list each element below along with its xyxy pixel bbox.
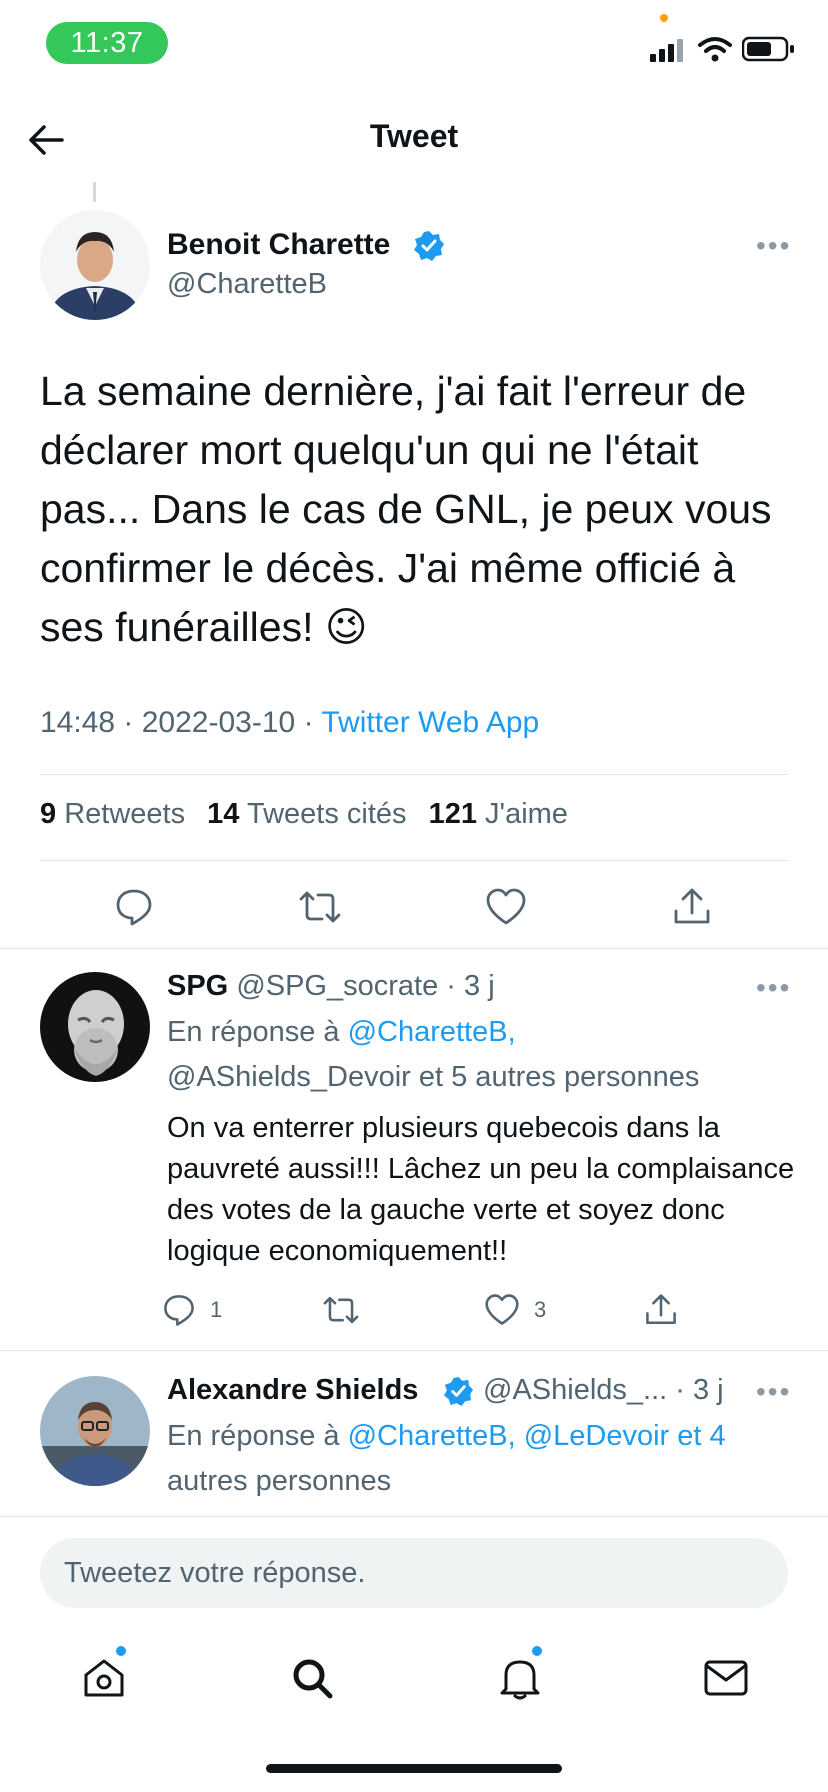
divider <box>0 948 828 949</box>
likes-stat[interactable]: 121 J'aime <box>429 798 568 830</box>
like-button[interactable]: 3 <box>484 1290 546 1330</box>
reply-button[interactable] <box>104 882 164 932</box>
reply-age: 3 j <box>693 1374 724 1406</box>
like-icon <box>485 1294 519 1325</box>
more-icon[interactable]: ••• <box>756 230 791 262</box>
nav-search[interactable] <box>282 1648 342 1708</box>
reply-context: En réponse à @CharetteB, <box>167 1016 516 1049</box>
retweets-stat[interactable]: 9 Retweets <box>40 798 185 830</box>
verified-badge-icon <box>414 231 444 261</box>
like-button[interactable] <box>476 882 536 932</box>
reply-button[interactable]: 1 <box>162 1290 222 1330</box>
privacy-indicator <box>660 14 668 22</box>
tweet-source-link[interactable]: Twitter Web App <box>321 706 539 739</box>
reply-header: SPG @SPG_socrate · 3 j <box>167 970 495 1003</box>
reply-author-handle[interactable]: @SPG_socrate <box>236 970 438 1002</box>
tweet-date: 2022-03-10 <box>141 706 296 739</box>
reply-icon <box>116 889 152 926</box>
home-notification-dot <box>116 1646 126 1656</box>
retweet-icon <box>323 1296 359 1324</box>
mention-link[interactable]: autres personnes <box>167 1465 391 1498</box>
more-icon[interactable]: ••• <box>756 1376 791 1408</box>
retweets-label: Retweets <box>64 798 186 830</box>
divider <box>0 1350 828 1351</box>
wifi-icon <box>698 37 732 62</box>
nav-notifications[interactable] <box>490 1648 550 1708</box>
avatar[interactable] <box>40 972 150 1082</box>
reply-author-name[interactable]: Alexandre Shields <box>167 1374 418 1406</box>
author-name[interactable]: Benoit Charette <box>167 228 390 262</box>
reply-age: 3 j <box>464 970 495 1002</box>
nav-messages[interactable] <box>696 1648 756 1708</box>
like-count: 3 <box>534 1297 547 1322</box>
author-handle[interactable]: @CharetteB <box>167 268 327 301</box>
author-name-text: Benoit Charette <box>167 228 391 261</box>
retweets-count: 9 <box>40 798 57 830</box>
status-time: 11:37 <box>46 22 168 64</box>
reply-prefix: En réponse à <box>167 1420 340 1452</box>
like-icon <box>486 888 526 925</box>
mention-link[interactable]: @CharetteB, @LeDevoir et 4 <box>348 1420 726 1452</box>
quotes-count: 14 <box>207 798 240 830</box>
battery-icon <box>742 36 794 62</box>
retweet-button[interactable] <box>322 1290 360 1330</box>
signal-icon <box>650 39 683 62</box>
likes-count: 121 <box>428 798 477 830</box>
reply-prefix: En réponse à <box>167 1016 340 1048</box>
messages-icon <box>704 1660 748 1696</box>
home-icon <box>84 1659 124 1697</box>
meta-separator: · <box>303 706 322 739</box>
retweet-icon <box>299 891 341 923</box>
retweet-button[interactable] <box>290 882 350 932</box>
reply-icon <box>164 1295 194 1326</box>
tweet-meta: 14:48 · 2022-03-10 · Twitter Web App <box>40 706 539 740</box>
share-button[interactable] <box>662 882 722 932</box>
avatar[interactable] <box>40 210 150 320</box>
divider <box>0 1516 828 1517</box>
tweet-stats: 9 Retweets 14 Tweets cités 121 J'aime <box>40 798 568 831</box>
likes-label: J'aime <box>485 798 568 830</box>
quotes-stat[interactable]: 14 Tweets cités <box>207 798 406 830</box>
search-icon <box>293 1659 333 1699</box>
reply-count: 1 <box>210 1297 223 1322</box>
reply-text: On va enterrer plusieurs quebecois dans … <box>167 1112 795 1267</box>
avatar[interactable] <box>40 1376 150 1486</box>
reply-meta: @AShields_... · 3 j <box>483 1374 724 1407</box>
more-icon[interactable]: ••• <box>756 972 791 1004</box>
meta-separator: · <box>675 1374 685 1406</box>
quotes-label: Tweets cités <box>246 798 407 830</box>
meta-separator: · <box>123 706 142 739</box>
tweet-time: 14:48 <box>40 706 116 739</box>
notifications-dot <box>532 1646 542 1656</box>
mention-link[interactable]: @CharetteB, <box>348 1016 516 1048</box>
notifications-icon <box>500 1660 540 1700</box>
page-title: Tweet <box>369 118 459 154</box>
divider <box>40 774 788 775</box>
reply-author-name[interactable]: SPG <box>167 970 228 1002</box>
verified-badge-icon <box>443 1376 474 1407</box>
home-indicator <box>266 1764 562 1773</box>
thread-line <box>93 182 96 202</box>
share-icon <box>674 888 710 924</box>
share-button[interactable] <box>644 1290 678 1330</box>
reply-header: Alexandre Shields <box>167 1374 418 1407</box>
nav-home[interactable] <box>74 1648 134 1708</box>
divider <box>40 860 788 861</box>
tweet-text: La semaine dernière, j'ai fait l'erreur … <box>40 368 772 650</box>
reply-author-handle[interactable]: @AShields_... <box>483 1374 667 1406</box>
meta-separator: · <box>446 970 456 1002</box>
mention-link[interactable]: @AShields_Devoir et 5 autres personnes <box>167 1061 699 1094</box>
reply-input[interactable]: Tweetez votre réponse. <box>40 1538 788 1608</box>
share-icon <box>646 1294 676 1325</box>
reply-context: En réponse à @CharetteB, @LeDevoir et 4 <box>167 1420 726 1453</box>
